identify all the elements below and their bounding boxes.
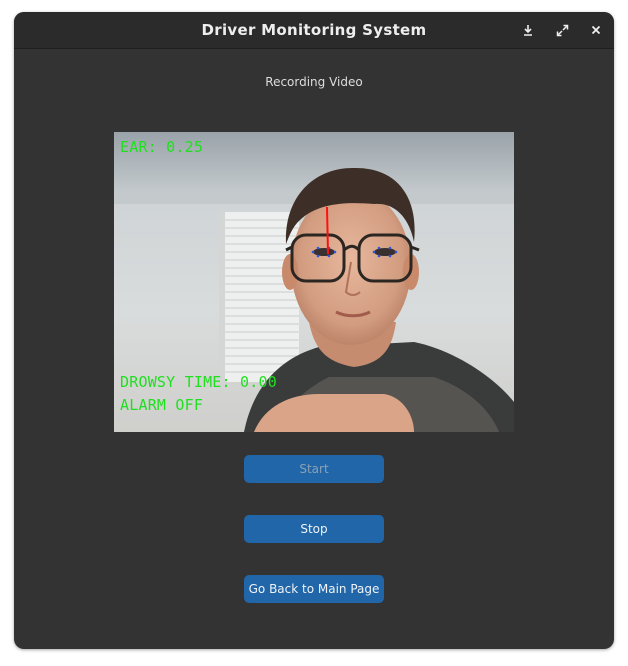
stop-button[interactable]: Stop (244, 515, 384, 543)
ear-readout: EAR: 0.25 (120, 138, 204, 156)
page-subtitle: Recording Video (265, 75, 363, 89)
maximize-icon[interactable] (553, 21, 571, 39)
title-bar[interactable]: Driver Monitoring System (14, 12, 614, 49)
back-to-main-button[interactable]: Go Back to Main Page (244, 575, 384, 603)
download-icon[interactable] (519, 21, 537, 39)
video-feed: EAR: 0.25 DROWSY TIME: 0.00 ALARM OFF (114, 132, 514, 432)
alarm-status: ALARM OFF (120, 396, 204, 414)
close-icon[interactable] (587, 21, 605, 39)
drowsy-time-readout: DROWSY TIME: 0.00 (120, 373, 277, 391)
app-window: Driver Monitoring System Recording Video (14, 12, 614, 649)
start-button[interactable]: Start (244, 455, 384, 483)
